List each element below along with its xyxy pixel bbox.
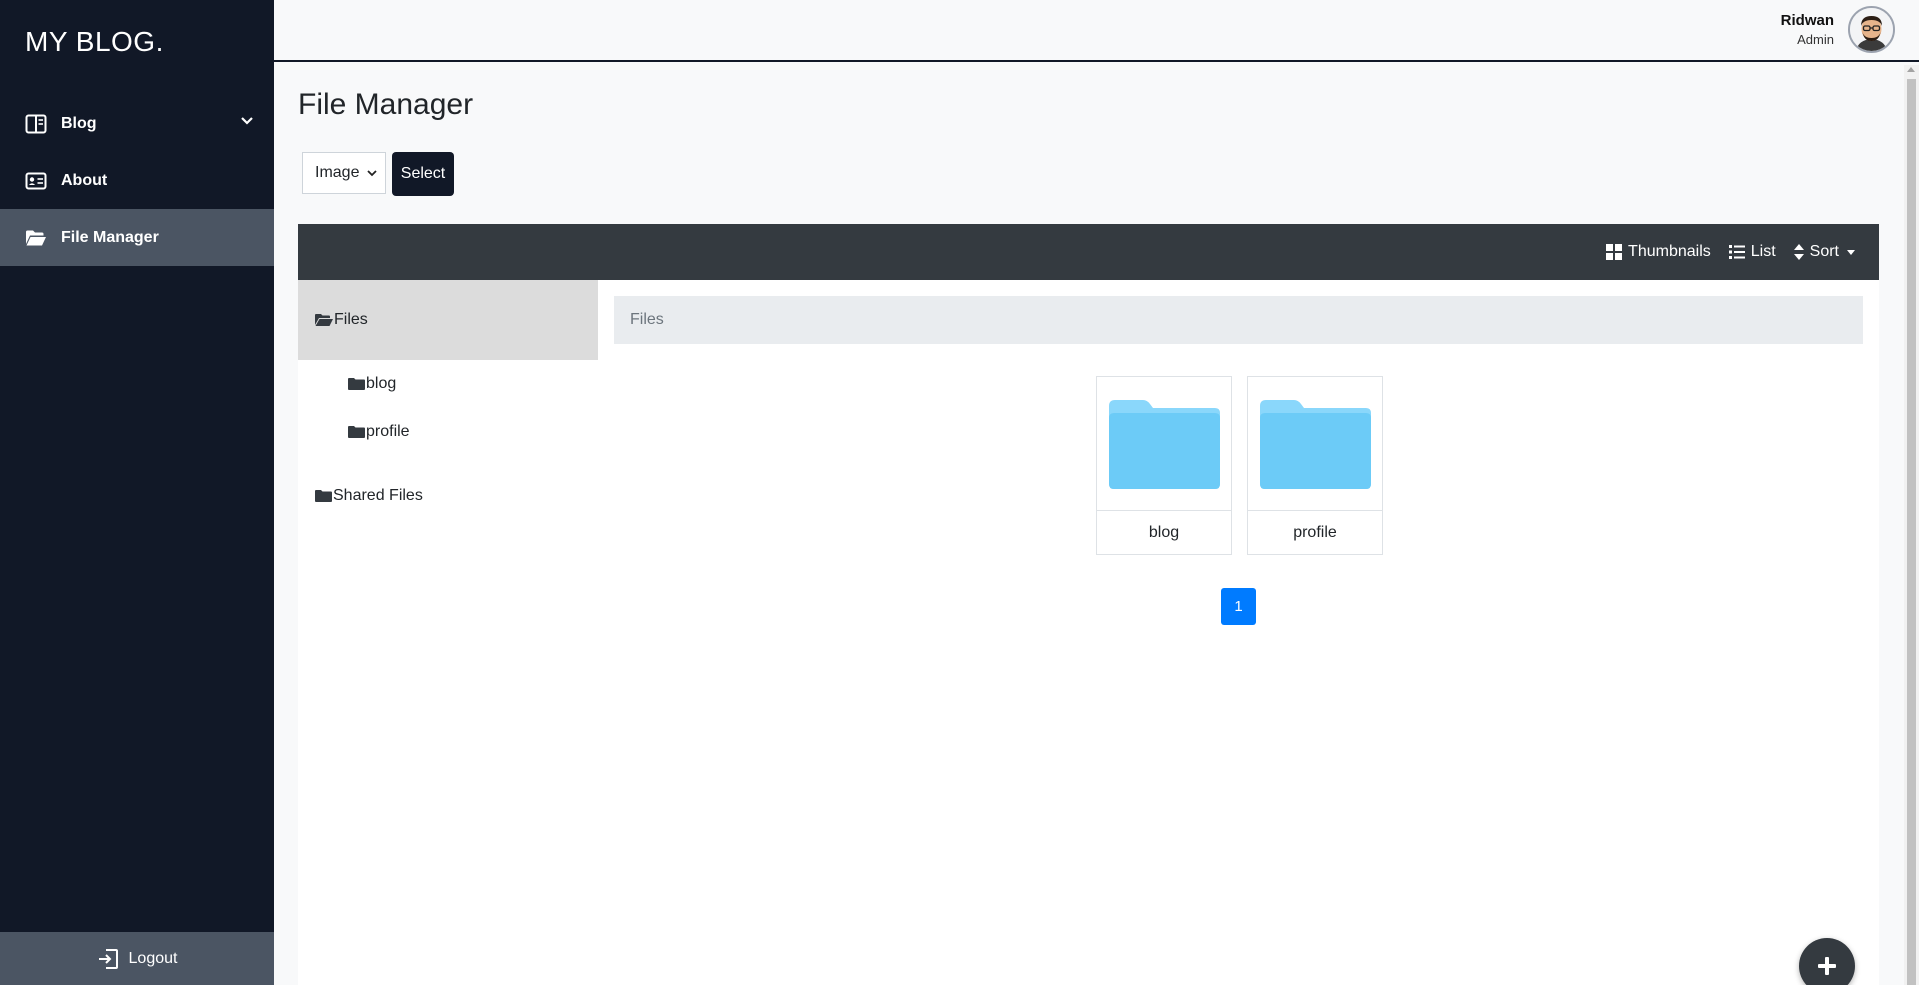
list-view-button[interactable]: List — [1728, 243, 1776, 261]
folder-icon — [315, 489, 332, 503]
caret-down-icon — [1847, 249, 1855, 255]
logout-icon — [98, 948, 118, 969]
sidebar-nav: Blog About File Manager — [0, 95, 274, 266]
folder-tree: Files blog profile Shared Files — [298, 280, 598, 520]
tree-item-profile[interactable]: profile — [298, 408, 598, 456]
avatar[interactable] — [1848, 6, 1895, 53]
file-manager-panel: Thumbnails List Sort Files blog profile … — [298, 224, 1879, 985]
sort-dropdown[interactable]: Sort — [1793, 243, 1855, 261]
topbar: Ridwan Admin — [274, 0, 1919, 62]
sidebar-item-about[interactable]: About — [0, 152, 274, 209]
folder-open-icon — [315, 313, 333, 327]
thumbnails-view-button[interactable]: Thumbnails — [1606, 243, 1711, 261]
file-type-select[interactable]: Image — [302, 152, 386, 194]
folder-card-blog[interactable]: blog — [1096, 376, 1232, 555]
page-scrollbar[interactable] — [1904, 65, 1919, 985]
file-type-selected: Image — [315, 164, 360, 181]
grid-icon — [1606, 244, 1623, 260]
sort-icon — [1793, 244, 1804, 260]
scrollbar-thumb[interactable] — [1907, 79, 1916, 985]
folder-icon — [348, 377, 365, 391]
tree-label: Shared Files — [333, 487, 423, 504]
folder-icon — [1260, 399, 1371, 489]
chevron-down-icon[interactable] — [240, 113, 254, 131]
folder-icon — [1109, 399, 1220, 489]
scroll-up-arrow-icon[interactable] — [1907, 67, 1915, 72]
select-button[interactable]: Select — [392, 152, 454, 196]
id-card-icon — [25, 170, 47, 192]
book-open-icon — [25, 113, 47, 135]
tree-item-blog[interactable]: blog — [298, 360, 598, 408]
list-icon — [1728, 245, 1745, 259]
tree-label: blog — [366, 375, 397, 392]
list-label: List — [1750, 243, 1776, 260]
sort-label: Sort — [1809, 243, 1839, 260]
logout-button[interactable]: Logout — [0, 932, 274, 985]
thumbnails-label: Thumbnails — [1628, 243, 1711, 260]
sidebar-item-label: Blog — [61, 114, 97, 132]
user-role: Admin — [1797, 32, 1834, 47]
sidebar: MY BLOG. Blog About File Manager Logout — [0, 0, 274, 985]
chevron-down-icon — [367, 169, 377, 176]
page-title: File Manager — [298, 88, 474, 121]
folder-name: blog — [1148, 524, 1180, 541]
tree-label: profile — [366, 423, 410, 440]
tree-label: Files — [334, 311, 368, 328]
pagination-page-1[interactable]: 1 — [1221, 588, 1256, 625]
user-name: Ridwan — [1780, 12, 1834, 29]
logout-label: Logout — [128, 949, 178, 967]
folder-icon — [348, 425, 365, 439]
breadcrumb-item: Files — [630, 311, 664, 328]
tree-item-files[interactable]: Files — [298, 280, 598, 360]
plus-icon — [1818, 957, 1836, 975]
file-manager-toolbar: Thumbnails List Sort — [298, 224, 1879, 280]
folder-card-profile[interactable]: profile — [1247, 376, 1383, 555]
sidebar-item-blog[interactable]: Blog — [0, 95, 274, 152]
breadcrumb: Files — [614, 296, 1863, 344]
sidebar-item-label: File Manager — [61, 228, 159, 246]
brand-logo[interactable]: MY BLOG. — [25, 26, 164, 58]
folder-name: profile — [1293, 524, 1337, 541]
add-button[interactable] — [1799, 938, 1855, 985]
user-menu[interactable]: Ridwan Admin — [1781, 6, 1895, 53]
tree-item-shared-files[interactable]: Shared Files — [298, 472, 598, 520]
sidebar-item-file-manager[interactable]: File Manager — [0, 209, 274, 266]
sidebar-item-label: About — [61, 171, 108, 189]
folder-open-icon — [25, 227, 47, 249]
